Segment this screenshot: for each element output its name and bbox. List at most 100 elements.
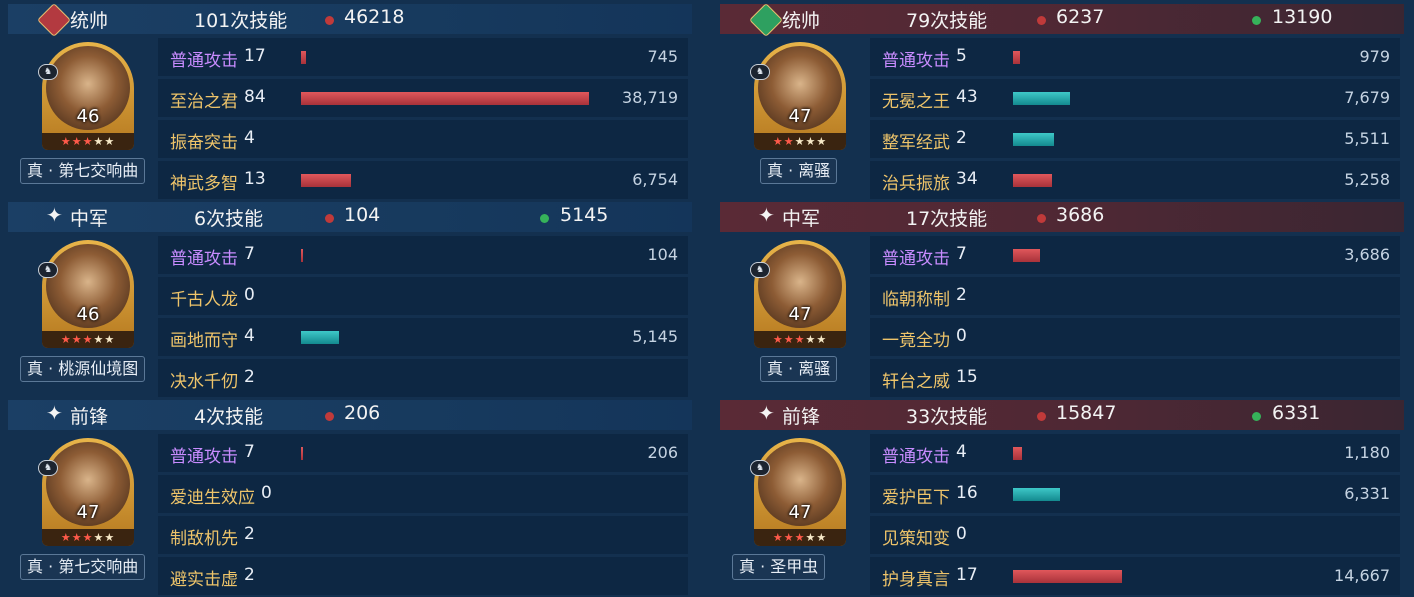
- skill-row[interactable]: 普通攻击 7 206: [158, 434, 688, 472]
- general-portrait[interactable]: 47 ★★★★★: [754, 438, 846, 546]
- skill-name: 见策知变: [882, 529, 950, 549]
- skill-name: 普通攻击: [170, 51, 238, 71]
- skill-damage-bar: [1013, 249, 1040, 262]
- skill-count: 2: [244, 367, 255, 387]
- general-portrait[interactable]: 46 ★★★★★: [42, 42, 134, 150]
- star-icon: ★: [805, 333, 817, 346]
- skill-count: 7: [244, 442, 255, 462]
- skill-row[interactable]: 千古人龙 0: [158, 277, 688, 315]
- tactic-tag[interactable]: 真 · 离骚: [760, 356, 838, 382]
- general-header: ✦ 前锋 4次技能 206: [8, 400, 692, 430]
- skill-row[interactable]: 普通攻击 7 104: [158, 236, 688, 274]
- skill-name: 护身真言: [882, 570, 950, 590]
- skill-row[interactable]: 普通攻击 17 745: [158, 38, 688, 76]
- skill-damage-value: 206: [647, 443, 678, 462]
- skill-damage-value: 6,331: [1344, 484, 1390, 503]
- skill-row[interactable]: 普通攻击 4 1,180: [870, 434, 1400, 472]
- skill-name: 整军经武: [882, 133, 950, 153]
- star-icon: ★: [93, 333, 105, 346]
- skill-name: 神武多智: [170, 174, 238, 194]
- skill-row[interactable]: 一竟全功 0: [870, 318, 1400, 356]
- skill-name: 至治之君: [170, 92, 238, 112]
- skill-name: 振奋突击: [170, 133, 238, 153]
- skill-name: 治兵振旅: [882, 174, 950, 194]
- star-icon: ★: [104, 333, 116, 346]
- damage-total: 46218: [344, 6, 405, 28]
- damage-dot-icon: [1037, 412, 1046, 421]
- skill-name: 避实击虚: [170, 570, 238, 590]
- skill-count: 4: [244, 128, 255, 148]
- damage-total: 104: [344, 204, 381, 226]
- general-portrait[interactable]: 47 ★★★★★: [754, 240, 846, 348]
- skill-row[interactable]: 普通攻击 7 3,686: [870, 236, 1400, 274]
- skill-row[interactable]: 治兵振旅 34 5,258: [870, 161, 1400, 199]
- skill-row[interactable]: 至治之君 84 38,719: [158, 79, 688, 117]
- general-header: ✦ 中军 17次技能 3686: [720, 202, 1404, 232]
- tactic-tag[interactable]: 真 · 圣甲虫: [732, 554, 826, 580]
- star-icon: ★: [104, 135, 116, 148]
- star-icon: ★: [93, 531, 105, 544]
- skill-row[interactable]: 爱迪生效应 0: [158, 475, 688, 513]
- skill-row[interactable]: 临朝称制 2: [870, 277, 1400, 315]
- skill-row[interactable]: 见策知变 0: [870, 516, 1400, 554]
- skill-damage-bar: [1013, 447, 1022, 460]
- skill-row[interactable]: 护身真言 17 14,667: [870, 557, 1400, 595]
- general-portrait[interactable]: 47 ★★★★★: [754, 42, 846, 150]
- skill-count: 0: [956, 524, 967, 544]
- tactic-tag[interactable]: 真 · 第七交响曲: [20, 554, 146, 580]
- skill-row[interactable]: 无冕之王 43 7,679: [870, 79, 1400, 117]
- sparkle-icon: ✦: [46, 401, 63, 425]
- general-block-left-2[interactable]: ✦ 前锋 4次技能 206 47 ★★★★★ ♞ 真 · 第七交响曲 普通攻击 7 206 爱迪生效应…: [8, 396, 692, 595]
- skill-damage-value: 104: [647, 245, 678, 264]
- skill-damage-value: 745: [647, 47, 678, 66]
- skill-damage-value: 14,667: [1334, 566, 1390, 585]
- skill-name: 普通攻击: [170, 447, 238, 467]
- star-icon: ★: [783, 531, 795, 544]
- general-portrait[interactable]: 47 ★★★★★: [42, 438, 134, 546]
- star-icon: ★: [93, 135, 105, 148]
- skill-row[interactable]: 爱护臣下 16 6,331: [870, 475, 1400, 513]
- skill-count: 2: [956, 128, 967, 148]
- tactic-tag[interactable]: 真 · 离骚: [760, 158, 838, 184]
- mount-icon: ♞: [38, 460, 58, 476]
- skill-row[interactable]: 避实击虚 2: [158, 557, 688, 595]
- skill-row[interactable]: 决水千仞 2: [158, 359, 688, 397]
- skill-damage-value: 1,180: [1344, 443, 1390, 462]
- star-icon: ★: [794, 333, 806, 346]
- skill-row[interactable]: 普通攻击 5 979: [870, 38, 1400, 76]
- star-icon: ★: [816, 531, 828, 544]
- skill-count: 4: [956, 442, 967, 462]
- star-icon: ★: [104, 531, 116, 544]
- tactic-tag[interactable]: 真 · 第七交响曲: [20, 158, 146, 184]
- skill-name: 普通攻击: [882, 249, 950, 269]
- skill-damage-bar: [1013, 133, 1054, 146]
- skill-damage-bar: [1013, 92, 1070, 105]
- general-block-right-0[interactable]: 统帅 79次技能 6237 13190 47 ★★★★★ ♞ 真 · 离骚 普通攻击 5 979 无冕…: [720, 0, 1404, 199]
- skill-row[interactable]: 画地而守 4 5,145: [158, 318, 688, 356]
- skill-count: 34: [956, 169, 978, 189]
- general-block-left-0[interactable]: 统帅 101次技能 46218 46 ★★★★★ ♞ 真 · 第七交响曲 普通攻击 17 745 至…: [8, 0, 692, 199]
- skill-row[interactable]: 神武多智 13 6,754: [158, 161, 688, 199]
- general-portrait[interactable]: 46 ★★★★★: [42, 240, 134, 348]
- skill-count: 13: [244, 169, 266, 189]
- star-icon: ★: [60, 135, 72, 148]
- mount-icon: ♞: [38, 262, 58, 278]
- star-rating: ★★★★★: [754, 529, 846, 546]
- skill-name: 一竟全功: [882, 331, 950, 351]
- skill-row[interactable]: 轩台之威 15: [870, 359, 1400, 397]
- skill-row[interactable]: 振奋突击 4: [158, 120, 688, 158]
- general-block-right-2[interactable]: ✦ 前锋 33次技能 15847 6331 47 ★★★★★ ♞ 真 · 圣甲虫 普通攻击 4 1,1…: [720, 396, 1404, 595]
- star-rating: ★★★★★: [42, 133, 134, 150]
- skill-cast-count: 4次技能: [194, 406, 264, 428]
- skill-name: 普通攻击: [170, 249, 238, 269]
- general-level: 46: [76, 106, 100, 127]
- skill-name: 无冕之王: [882, 92, 950, 112]
- general-block-left-1[interactable]: ✦ 中军 6次技能 104 5145 46 ★★★★★ ♞ 真 · 桃源仙境图 普通攻击 7 104 千…: [8, 198, 692, 397]
- general-level: 47: [788, 106, 812, 127]
- tactic-tag[interactable]: 真 · 桃源仙境图: [20, 356, 146, 382]
- skill-row[interactable]: 整军经武 2 5,511: [870, 120, 1400, 158]
- general-block-right-1[interactable]: ✦ 中军 17次技能 3686 47 ★★★★★ ♞ 真 · 离骚 普通攻击 7 3,686 临朝称制…: [720, 198, 1404, 397]
- skill-count: 7: [244, 244, 255, 264]
- skill-row[interactable]: 制敌机先 2: [158, 516, 688, 554]
- skill-damage-bar: [1013, 488, 1060, 501]
